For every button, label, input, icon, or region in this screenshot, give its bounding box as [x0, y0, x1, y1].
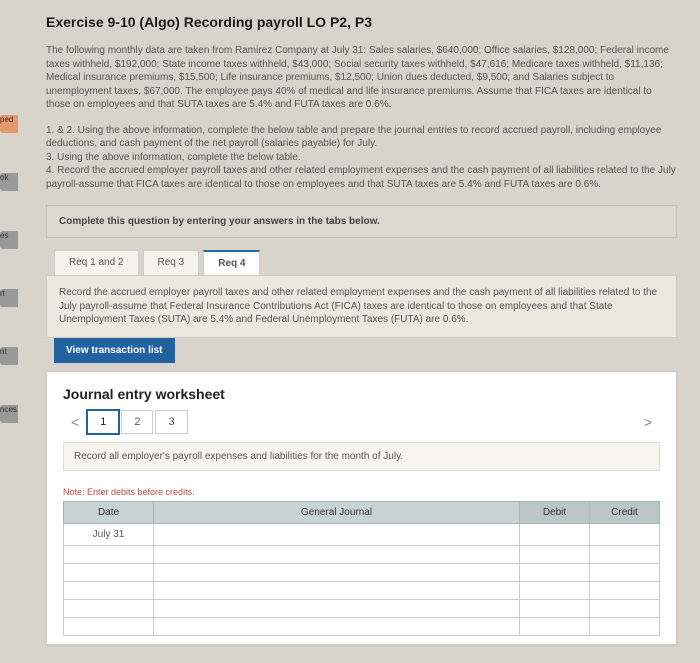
- cell-account[interactable]: [154, 581, 520, 599]
- tab-req-3[interactable]: Req 3: [143, 250, 200, 275]
- tab-req-4[interactable]: Req 4: [203, 250, 260, 275]
- left-tab[interactable]: rt: [0, 289, 18, 307]
- left-tab[interactable]: nt: [0, 347, 18, 365]
- cell-debit[interactable]: [520, 563, 590, 581]
- cell-date[interactable]: [64, 563, 154, 581]
- main-content: Exercise 9-10 (Algo) Recording payroll L…: [28, 0, 695, 659]
- left-tab[interactable]: es: [0, 231, 18, 249]
- view-transaction-list-button[interactable]: View transaction list: [54, 338, 175, 363]
- worksheet-note: Note: Enter debits before credits.: [63, 487, 660, 497]
- table-row: July 31: [64, 523, 660, 545]
- table-row: [64, 563, 660, 581]
- cell-credit[interactable]: [590, 545, 660, 563]
- exercise-title: Exercise 9-10 (Algo) Recording payroll L…: [46, 14, 677, 30]
- journal-entry-table: Date General Journal Debit Credit July 3…: [63, 501, 660, 636]
- cell-account[interactable]: [154, 563, 520, 581]
- worksheet-page-1[interactable]: 1: [87, 410, 119, 434]
- worksheet-page-2[interactable]: 2: [121, 410, 153, 434]
- cell-debit[interactable]: [520, 545, 590, 563]
- cell-credit[interactable]: [590, 523, 660, 545]
- requirement-tabs: Req 1 and 2 Req 3 Req 4: [54, 250, 677, 275]
- table-row: [64, 545, 660, 563]
- cell-date[interactable]: July 31: [64, 523, 154, 545]
- cell-credit[interactable]: [590, 581, 660, 599]
- left-tab[interactable]: ok: [0, 173, 18, 191]
- table-row: [64, 599, 660, 617]
- cell-account[interactable]: [154, 523, 520, 545]
- tab-req-1-2[interactable]: Req 1 and 2: [54, 250, 139, 275]
- cell-credit[interactable]: [590, 563, 660, 581]
- cell-debit[interactable]: [520, 599, 590, 617]
- cell-account[interactable]: [154, 545, 520, 563]
- cell-date[interactable]: [64, 545, 154, 563]
- left-tab[interactable]: ped: [0, 115, 18, 133]
- problem-steps: 1. & 2. Using the above information, com…: [46, 124, 677, 192]
- cell-date[interactable]: [64, 581, 154, 599]
- cell-debit[interactable]: [520, 523, 590, 545]
- col-general-journal: General Journal: [154, 501, 520, 523]
- cell-credit[interactable]: [590, 617, 660, 635]
- col-debit: Debit: [520, 501, 590, 523]
- journal-entry-worksheet: Journal entry worksheet < 1 2 3 > Record…: [46, 371, 677, 645]
- chevron-right-icon[interactable]: >: [636, 410, 660, 434]
- cell-credit[interactable]: [590, 599, 660, 617]
- worksheet-page-3[interactable]: 3: [155, 410, 187, 434]
- cell-date[interactable]: [64, 617, 154, 635]
- worksheet-title: Journal entry worksheet: [63, 386, 660, 402]
- col-credit: Credit: [590, 501, 660, 523]
- table-row: [64, 581, 660, 599]
- chevron-left-icon[interactable]: <: [63, 410, 87, 434]
- col-date: Date: [64, 501, 154, 523]
- worksheet-nav: < 1 2 3 >: [63, 410, 660, 434]
- problem-text: The following monthly data are taken fro…: [46, 44, 677, 112]
- table-row: [64, 617, 660, 635]
- left-tab[interactable]: nces: [0, 405, 18, 423]
- worksheet-instruction: Record all employer's payroll expenses a…: [63, 442, 660, 471]
- instruction-bar: Complete this question by entering your …: [46, 205, 677, 238]
- cell-debit[interactable]: [520, 581, 590, 599]
- cell-account[interactable]: [154, 617, 520, 635]
- cell-account[interactable]: [154, 599, 520, 617]
- cell-date[interactable]: [64, 599, 154, 617]
- left-tab-strip: ped ok es rt nt nces: [0, 0, 18, 663]
- requirement-panel: Record the accrued employer payroll taxe…: [46, 275, 677, 338]
- cell-debit[interactable]: [520, 617, 590, 635]
